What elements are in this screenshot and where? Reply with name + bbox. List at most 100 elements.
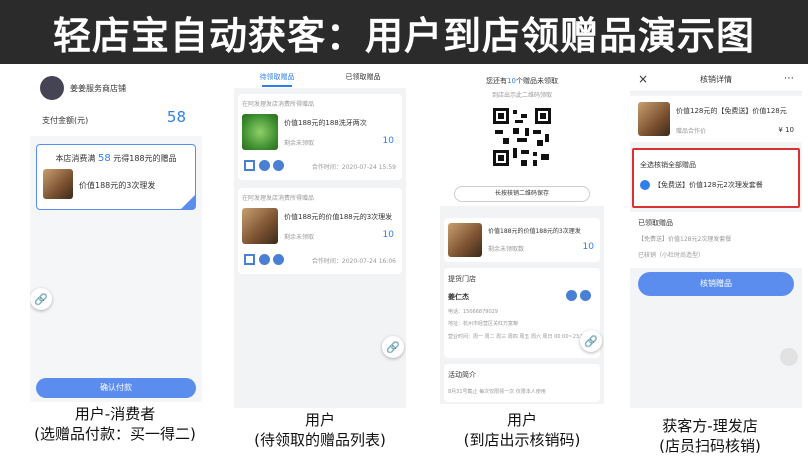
qr-gift-count: 10 (582, 242, 594, 252)
received-store: 已核销（小杜时尚造型） (638, 252, 705, 259)
qrcode-icon[interactable] (244, 254, 255, 265)
caption-p1: 用户-消费者 (选赠品付款：买一得二) (10, 404, 220, 444)
card1-head: 在阿发理发店消费所得赠品 (242, 101, 315, 108)
item-check-icon[interactable] (640, 180, 650, 190)
verify-gift-price: ¥ 10 (778, 126, 794, 134)
more-icon[interactable]: ⋯ (784, 73, 794, 84)
qr-sub-text: 到店出示此二维码领取 (491, 92, 552, 99)
store-header: 姜姜服务商店铺 支付金额(元) 58 (30, 68, 202, 136)
card2-remain: 剩余未领取 (284, 234, 315, 241)
store-actions (566, 290, 594, 301)
gift-thumbnail (43, 169, 73, 199)
caption-p2-line1: 用户 (304, 411, 335, 429)
verify-header: × 核销详情 ⋯ (630, 68, 802, 92)
tab-pending[interactable]: 待领取赠品 (234, 72, 320, 82)
qrcode-icon[interactable] (244, 160, 255, 171)
gift-card-1[interactable]: 在阿发理发店消费所得赠品 价值188元的188洗牙两次 剩余未领取 10 合作时… (238, 94, 402, 180)
promo-post: 元得188元的赠品 (113, 154, 177, 163)
caption-p1-line1: 用户-消费者 (74, 405, 156, 423)
card2-time: 合作时间：2020-07-24 16:06 (311, 258, 396, 265)
link-icon[interactable]: 🔗 (382, 336, 404, 358)
selected-check-icon (181, 195, 195, 209)
drag-handle-icon[interactable] (780, 348, 798, 366)
banner-title: 轻店宝自动获客：用户到店领赠品演示图 (52, 13, 755, 58)
qr-panel: 您还有10个赠品未领取 到店出示此二维码领取 长按核销二维码保存 (440, 68, 604, 206)
verify-gift-label: 赠品合作价 (676, 128, 707, 135)
caption-p4-line1: 获客方-理发店 (662, 417, 758, 435)
card1-title: 价值188元的188洗牙两次 (284, 119, 367, 127)
location-icon[interactable] (580, 290, 591, 301)
phone-gift-list: 待领取赠品 已领取赠品 在阿发理发店消费所得赠品 价值188元的188洗牙两次 … (234, 68, 406, 408)
store-info-card: 提货门店 姜仁杰 电话：15066879029 地址：杭州市经营区关红万富粮 营… (444, 268, 600, 358)
qr-top-text: 您还有10个赠品未领取 (440, 76, 604, 86)
qr-gift-thumbnail (448, 223, 482, 257)
caption-p3-line1: 用户 (506, 411, 537, 429)
gift-name: 价值188元的3次理发 (79, 181, 156, 190)
phone-qr-code: 您还有10个赠品未领取 到店出示此二维码领取 长按核销二维码保存 价值188元的… (440, 68, 604, 404)
store-section-title: 提货门店 (448, 275, 476, 283)
gift-card-2[interactable]: 在阿发理发店消费所得赠品 价值188元的价值188元的3次理发 剩余未领取 10… (238, 188, 402, 274)
card1-remain: 剩余未领取 (284, 140, 315, 147)
caption-p3-line2: (到店出示核销码) (463, 431, 581, 449)
phone-icon[interactable] (259, 254, 270, 265)
phone-icon[interactable] (259, 160, 270, 171)
store-name: 姜姜服务商店铺 (70, 84, 126, 93)
card2-title: 价值188元的价值188元的3次理发 (284, 213, 393, 221)
link-icon[interactable]: 🔗 (30, 288, 52, 310)
tab-received[interactable]: 已领取赠品 (320, 72, 406, 82)
promo-num: 58 (97, 153, 111, 164)
card2-thumbnail (242, 208, 278, 244)
qr-top-pre: 您还有 (486, 77, 508, 85)
store-person: 姜仁杰 (448, 293, 469, 301)
banner: 轻店宝自动获客：用户到店领赠品演示图 (0, 0, 808, 64)
store-avatar (40, 76, 64, 100)
card1-count: 10 (382, 136, 394, 146)
verify-item[interactable]: 【免费送】价值128元2次理发套餐 (654, 180, 763, 190)
verify-gift-card: 价值128元的【免费送】价值128元 赠品合作价 ¥ 10 (630, 96, 802, 142)
qr-gift-title: 价值188元的价值188元的3次理发 (488, 228, 581, 235)
received-panel: 已领取赠品 【免费送】价值128元2次理发套餐 已核销（小杜时尚造型） (630, 212, 802, 268)
promo-text: 本店消费满 58 元得188元的赠品 (37, 153, 195, 164)
activity-title: 活动简介 (448, 371, 476, 379)
card2-head: 在阿发理发店消费所得赠品 (242, 195, 315, 202)
phone-consumer-pay: 姜姜服务商店铺 支付金额(元) 58 本店消费满 58 元得188元的赠品 价值… (30, 68, 202, 402)
verify-title: 核销详情 (700, 75, 732, 84)
card1-icons (244, 160, 287, 171)
received-label: 已领取赠品 (638, 219, 673, 227)
verify-gift-thumbnail (638, 102, 670, 136)
location-icon[interactable] (273, 160, 284, 171)
pay-value: 58 (166, 108, 186, 126)
received-item: 【免费送】价值128元2次理发套餐 (638, 236, 732, 243)
card2-icons (244, 254, 287, 265)
confirm-pay-button[interactable]: 确认付款 (36, 378, 196, 398)
qr-code (491, 106, 553, 168)
select-all-label: 全选核销全部赠品 (640, 161, 696, 169)
store-address: 地址：杭州市经营区关红万富粮 (448, 321, 519, 327)
caption-p2: 用户 (待领取的赠品列表) (215, 410, 425, 450)
store-hours: 营业时间：周一 周二 周三 周四 周五 周六 周日 00:00~23:59 (448, 334, 588, 340)
caption-p4-line2: (店员扫码核销) (659, 437, 761, 455)
qr-gift-card: 价值188元的价值188元的3次理发 剩余未领取数 10 (444, 218, 600, 262)
activity-text: 8月31号截止 每次仅限领一次 仅限本人使用 (448, 389, 546, 395)
tab-pending-underline (262, 85, 292, 87)
caption-p3: 用户 (到店出示核销码) (417, 410, 627, 450)
select-panel: 全选核销全部赠品 【免费送】价值128元2次理发套餐 (632, 148, 800, 208)
link-icon[interactable]: 🔗 (580, 330, 602, 352)
verify-button[interactable]: 核销赠品 (638, 272, 794, 296)
phone-icon[interactable] (566, 290, 577, 301)
caption-p1-line2: (选赠品付款：买一得二) (34, 425, 196, 443)
qr-top-num: 10 (507, 77, 516, 85)
verify-gift-title: 价值128元的【免费送】价值128元 (676, 107, 787, 115)
caption-p2-line2: (待领取的赠品列表) (254, 431, 386, 449)
card1-time: 合作时间：2020-07-24 15:59 (311, 164, 396, 171)
caption-p4: 获客方-理发店 (店员扫码核销) (612, 416, 808, 456)
promo-card[interactable]: 本店消费满 58 元得188元的赠品 价值188元的3次理发 (36, 144, 196, 210)
location-icon[interactable] (273, 254, 284, 265)
store-phone: 电话：15066879029 (448, 309, 498, 315)
promo-pre: 本店消费满 (55, 154, 96, 163)
qr-top-post: 个赠品未领取 (515, 77, 558, 85)
qr-gift-remain: 剩余未领取数 (488, 246, 525, 253)
save-qr-button[interactable]: 长按核销二维码保存 (454, 186, 590, 202)
card2-count: 10 (382, 230, 394, 240)
phone-verify: × 核销详情 ⋯ 价值128元的【免费送】价值128元 赠品合作价 ¥ 10 全… (630, 68, 802, 408)
